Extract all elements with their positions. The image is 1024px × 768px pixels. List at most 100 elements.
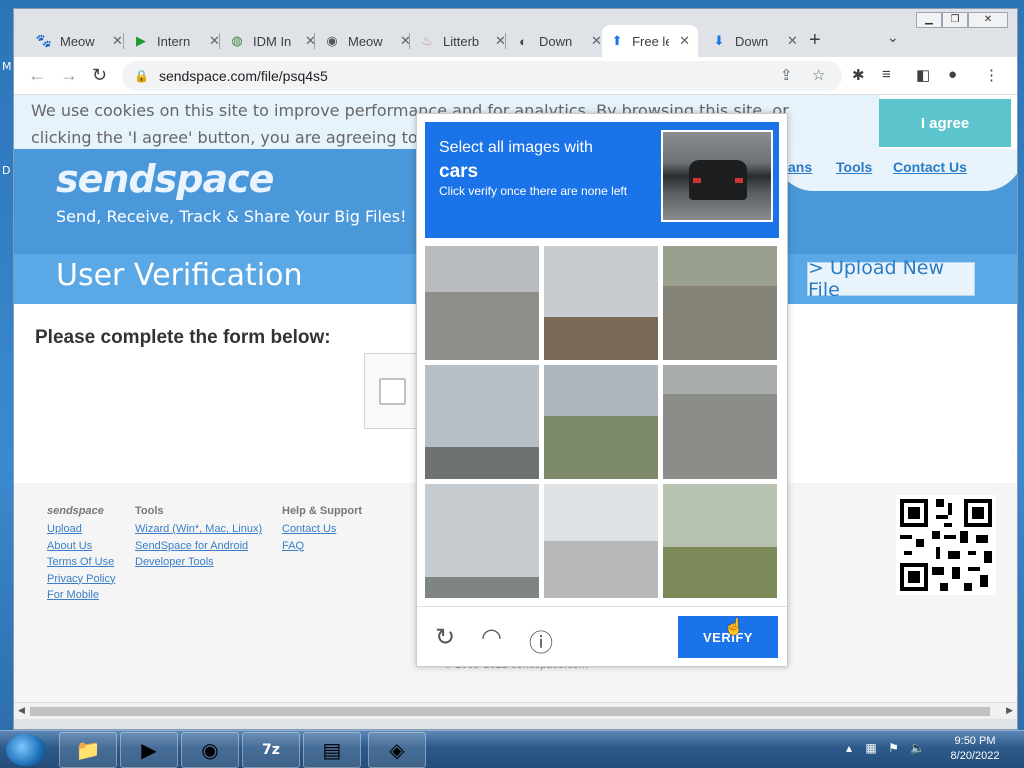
litter-icon: ♨ bbox=[421, 33, 433, 48]
close-icon[interactable]: ✕ bbox=[787, 33, 798, 49]
footer-link[interactable]: About Us bbox=[47, 538, 115, 555]
tab-strip: 🐾 Meow ✕ ▶ Intern ✕ ◍ IDM In ✕ ◉ Meow ✕ ♨ Litterb… bbox=[14, 9, 1017, 57]
footer-link[interactable]: Terms Of Use bbox=[47, 554, 115, 571]
recaptcha-checkbox[interactable] bbox=[379, 378, 406, 405]
clock-time: 9:50 PM bbox=[954, 735, 996, 747]
tile-traffic-light-city[interactable] bbox=[425, 365, 539, 479]
side-panel-icon[interactable]: ◧ bbox=[916, 66, 930, 84]
new-tab-button[interactable]: + bbox=[809, 29, 821, 52]
info-icon[interactable]: ⓘ bbox=[529, 623, 553, 658]
footer-heading: Help & Support bbox=[282, 505, 363, 517]
footer-link[interactable]: SendSpace for Android bbox=[135, 538, 262, 555]
footer-link[interactable]: Upload bbox=[47, 521, 115, 538]
horizontal-scrollbar[interactable]: ◀ ▶ bbox=[14, 702, 1017, 719]
chrome-icon[interactable]: ◉ bbox=[181, 732, 239, 768]
clock[interactable]: 9:50 PM 8/20/2022 bbox=[940, 734, 1010, 764]
share-icon[interactable]: ⇪ bbox=[780, 66, 793, 84]
network-icon[interactable]: ▦ bbox=[865, 741, 876, 755]
close-icon[interactable]: ✕ bbox=[591, 33, 602, 49]
minimize-button[interactable]: ▁ bbox=[916, 12, 942, 28]
footer-link[interactable]: Privacy Policy bbox=[47, 571, 115, 588]
chrome-icon: ◉ bbox=[326, 33, 338, 48]
qr-code-icon bbox=[896, 495, 996, 595]
tab[interactable]: ⬇ Down ✕ bbox=[703, 25, 806, 57]
footer-link[interactable]: FAQ bbox=[282, 538, 362, 555]
captcha-grid bbox=[425, 246, 779, 600]
volume-icon[interactable]: 🔈 bbox=[910, 741, 925, 755]
play-icon: ▶ bbox=[136, 33, 146, 48]
cat-icon: ◐ bbox=[519, 33, 527, 49]
flag-icon[interactable]: ⚑ bbox=[888, 741, 899, 755]
captcha-target: cars bbox=[439, 161, 479, 182]
agree-button[interactable]: I agree bbox=[879, 99, 1011, 147]
tile-road-car[interactable] bbox=[663, 365, 777, 479]
bookmark-star-icon[interactable]: ☆ bbox=[812, 66, 825, 84]
7zip-icon[interactable]: 7z bbox=[242, 732, 300, 768]
tile-palms[interactable] bbox=[425, 484, 539, 598]
upload-arrow-icon: ⬆ bbox=[611, 33, 623, 48]
download-arrow-icon: ⬇ bbox=[713, 33, 725, 48]
tray-expand-icon[interactable]: ▴ bbox=[846, 741, 852, 755]
footer-link[interactable]: Wizard (Win*, Mac, Linux) bbox=[135, 521, 262, 538]
tab-search-button[interactable]: ⌄ bbox=[887, 29, 899, 46]
recaptcha-widget bbox=[364, 353, 424, 429]
taskbar: 📁 ▶ ◉ 7z ▤ ◈ ▴ ▦ ⚑ 🔈 9:50 PM 8/20/2022 bbox=[0, 730, 1024, 768]
url-text: sendspace.com/file/psq4s5 bbox=[158, 68, 328, 84]
close-icon[interactable]: ✕ bbox=[112, 33, 123, 49]
captcha-header: Select all images with cars Click verify… bbox=[425, 122, 779, 238]
idm-icon[interactable]: ◈ bbox=[368, 732, 426, 768]
footer-link[interactable]: For Mobile bbox=[47, 587, 115, 604]
form-heading: Please complete the form below: bbox=[35, 327, 331, 348]
reload-icon[interactable]: ↻ bbox=[435, 623, 455, 652]
close-icon[interactable]: ✕ bbox=[679, 33, 690, 49]
captcha-challenge: Select all images with cars Click verify… bbox=[416, 113, 788, 667]
tab[interactable]: 🐾 Meow ✕ bbox=[28, 25, 131, 57]
footer-col-tools: Tools Wizard (Win*, Mac, Linux) SendSpac… bbox=[135, 505, 262, 571]
address-bar[interactable]: 🔒 sendspace.com/file/psq4s5 bbox=[122, 61, 842, 91]
tab[interactable]: ♨ Litterb ✕ bbox=[411, 25, 514, 57]
media-control-icon[interactable]: ≡ bbox=[882, 66, 891, 83]
headphones-icon[interactable]: ◠ bbox=[481, 623, 502, 652]
start-button[interactable] bbox=[6, 734, 46, 766]
tab[interactable]: ◐ Down ✕ bbox=[507, 25, 610, 57]
nav-link-tools[interactable]: Tools bbox=[836, 159, 872, 175]
footer-col-brand: sendspace Upload About Us Terms Of Use P… bbox=[47, 505, 115, 604]
footer-link[interactable]: Contact Us bbox=[282, 521, 362, 538]
tab[interactable]: ◉ Meow ✕ bbox=[316, 25, 419, 57]
system-tray: ▴ ▦ ⚑ 🔈 bbox=[846, 741, 925, 755]
page-title: User Verification bbox=[56, 258, 303, 293]
tile-hill-tree[interactable] bbox=[544, 365, 658, 479]
maximize-button[interactable]: ❐ bbox=[942, 12, 968, 28]
footer-link[interactable]: Developer Tools bbox=[135, 554, 262, 571]
profile-avatar-icon[interactable]: ● bbox=[948, 66, 957, 83]
scroll-right-icon[interactable]: ▶ bbox=[1006, 705, 1013, 716]
extensions-icon[interactable]: ✱ bbox=[852, 66, 865, 84]
tile-trees-pole[interactable] bbox=[544, 246, 658, 360]
nav-link-plans[interactable]: ans bbox=[788, 159, 812, 175]
tile-building-corner[interactable] bbox=[425, 246, 539, 360]
scroll-left-icon[interactable]: ◀ bbox=[18, 705, 25, 716]
forward-button[interactable]: → bbox=[60, 65, 78, 86]
notepad-icon[interactable]: ▤ bbox=[303, 732, 361, 768]
reload-button[interactable]: ↻ bbox=[92, 65, 107, 86]
menu-kebab-icon[interactable]: ⋮ bbox=[984, 66, 999, 84]
window-close-button[interactable]: ✕ bbox=[968, 12, 1008, 28]
media-player-icon[interactable]: ▶ bbox=[120, 732, 178, 768]
tab[interactable]: ◍ IDM In ✕ bbox=[221, 25, 324, 57]
desktop-label: D bbox=[2, 164, 11, 177]
nav-link-contact[interactable]: Contact Us bbox=[893, 159, 967, 175]
footer-brand: sendspace bbox=[47, 505, 104, 517]
tile-bridge-grass[interactable] bbox=[663, 484, 777, 598]
tab-active[interactable]: ⬆ Free le ✕ bbox=[602, 25, 698, 57]
file-explorer-icon[interactable]: 📁 bbox=[59, 732, 117, 768]
upload-new-file-button[interactable]: > Upload New File bbox=[807, 257, 975, 301]
captcha-instruction: Select all images with bbox=[439, 139, 593, 156]
captcha-sample-image bbox=[661, 130, 773, 222]
globe-icon: ◍ bbox=[231, 33, 243, 48]
tile-traffic-light[interactable] bbox=[544, 484, 658, 598]
site-logo[interactable]: sendspace bbox=[56, 157, 274, 201]
tab[interactable]: ▶ Intern ✕ bbox=[125, 25, 228, 57]
scrollbar-thumb[interactable] bbox=[30, 707, 990, 716]
tile-overpass[interactable] bbox=[663, 246, 777, 360]
back-button[interactable]: ← bbox=[28, 65, 46, 86]
